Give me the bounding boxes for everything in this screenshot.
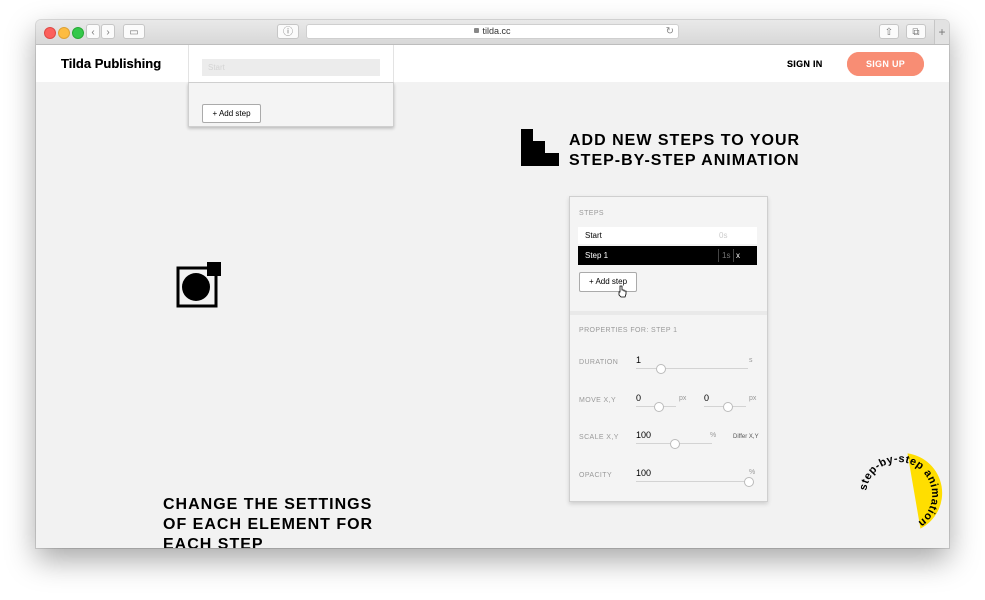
minimize-window-button[interactable] (58, 27, 70, 39)
zoom-window-button[interactable] (72, 27, 84, 39)
lock-icon (474, 28, 480, 33)
duration-value[interactable]: 1 (636, 355, 641, 365)
browser-window: ‹ › ▭ ⓘ tilda.cc ↻ ⇧ ⧉ + Start + Add ste… (36, 20, 949, 548)
move-label: MOVE X,Y (579, 397, 617, 404)
steps-panel: STEPS Start 0s Step 1 1s x + Add step PR… (569, 196, 768, 502)
move-y-unit: px (749, 395, 757, 402)
forward-icon[interactable]: › (101, 24, 115, 39)
previous-steps-panel-bottom: + Add step (188, 82, 394, 127)
reload-icon[interactable]: ↻ (666, 25, 674, 38)
address-bar[interactable]: tilda.cc ↻ (306, 24, 679, 39)
step-close-icon[interactable]: x (736, 246, 740, 265)
heading-change-settings-line2: OF EACH ELEMENT FOR (163, 516, 374, 533)
close-window-button[interactable] (44, 27, 56, 39)
browser-titlebar: ‹ › ▭ ⓘ tilda.cc ↻ ⇧ ⧉ + (36, 20, 949, 45)
sidebar-icon[interactable]: ▭ (123, 24, 145, 39)
opacity-label: OPACITY (579, 472, 613, 479)
duration-unit: s (749, 357, 753, 364)
step-by-step-animation-badge: step-by-step animation (857, 453, 943, 529)
move-x-unit: px (679, 395, 687, 402)
steps-title: STEPS (579, 210, 604, 217)
site-header: Tilda Publishing SIGN IN SIGN UP (36, 45, 949, 82)
properties-title: PROPERTIES FOR: STEP 1 (579, 327, 678, 334)
share-icon[interactable]: ⇧ (879, 24, 899, 39)
duration-slider-track[interactable] (636, 368, 748, 369)
sign-in-link[interactable]: SIGN IN (787, 59, 823, 69)
step-row-step1-time[interactable]: 1s (718, 249, 735, 262)
move-x-slider-handle[interactable] (654, 402, 664, 412)
step-row-start[interactable]: Start 0s (578, 227, 757, 244)
differ-xy-toggle[interactable]: Differ X,Y (733, 434, 759, 440)
move-y-slider-handle[interactable] (723, 402, 733, 412)
heading-change-settings: CHANGE THE SETTINGS OF EACH ELEMENT FOR … (163, 495, 373, 548)
step-row-start-name: Start (585, 231, 602, 240)
start-row-faded: Start (202, 59, 380, 76)
heading-add-steps-line2: STEP-BY-STEP ANIMATION (569, 152, 800, 169)
previous-panel-under-header: Start (188, 45, 394, 82)
duration-slider-handle[interactable] (656, 364, 666, 374)
scale-label: SCALE X,Y (579, 434, 619, 441)
heading-add-steps: ADD NEW STEPS TO YOUR STEP-BY-STEP ANIMA… (569, 131, 800, 171)
new-tab-icon[interactable]: + (934, 20, 949, 44)
start-row-label-faded: Start (208, 63, 225, 72)
move-x-value[interactable]: 0 (636, 393, 641, 403)
tabs-icon[interactable]: ⧉ (906, 24, 926, 39)
sign-up-button[interactable]: SIGN UP (847, 52, 924, 76)
heading-change-settings-line1: CHANGE THE SETTINGS (163, 496, 373, 513)
opacity-unit: % (749, 469, 756, 476)
step-row-step1-name: Step 1 (585, 251, 609, 260)
info-icon[interactable]: ⓘ (277, 24, 299, 39)
opacity-slider-track[interactable] (636, 481, 748, 482)
back-icon[interactable]: ‹ (86, 24, 100, 39)
url-text: tilda.cc (482, 26, 511, 36)
opacity-slider-handle[interactable] (744, 477, 754, 487)
animated-element-icon (176, 262, 221, 308)
scale-value[interactable]: 100 (636, 430, 651, 440)
scale-slider-handle[interactable] (670, 439, 680, 449)
opacity-value[interactable]: 100 (636, 468, 651, 478)
add-step-button[interactable]: + Add step (579, 272, 637, 292)
step-row-step1[interactable]: Step 1 1s x (578, 246, 757, 265)
panel-divider (570, 311, 767, 315)
stairs-icon (521, 129, 559, 166)
hand-cursor-icon (618, 285, 627, 298)
step-row-start-time: 0s (719, 231, 728, 240)
heading-add-steps-line1: ADD NEW STEPS TO YOUR (569, 132, 801, 149)
scale-unit: % (710, 432, 717, 439)
duration-label: DURATION (579, 359, 619, 366)
heading-change-settings-line3: EACH STEP (163, 536, 264, 548)
add-step-button-top[interactable]: + Add step (202, 104, 261, 123)
brand-logo[interactable]: Tilda Publishing (61, 56, 161, 71)
move-y-value[interactable]: 0 (704, 393, 709, 403)
